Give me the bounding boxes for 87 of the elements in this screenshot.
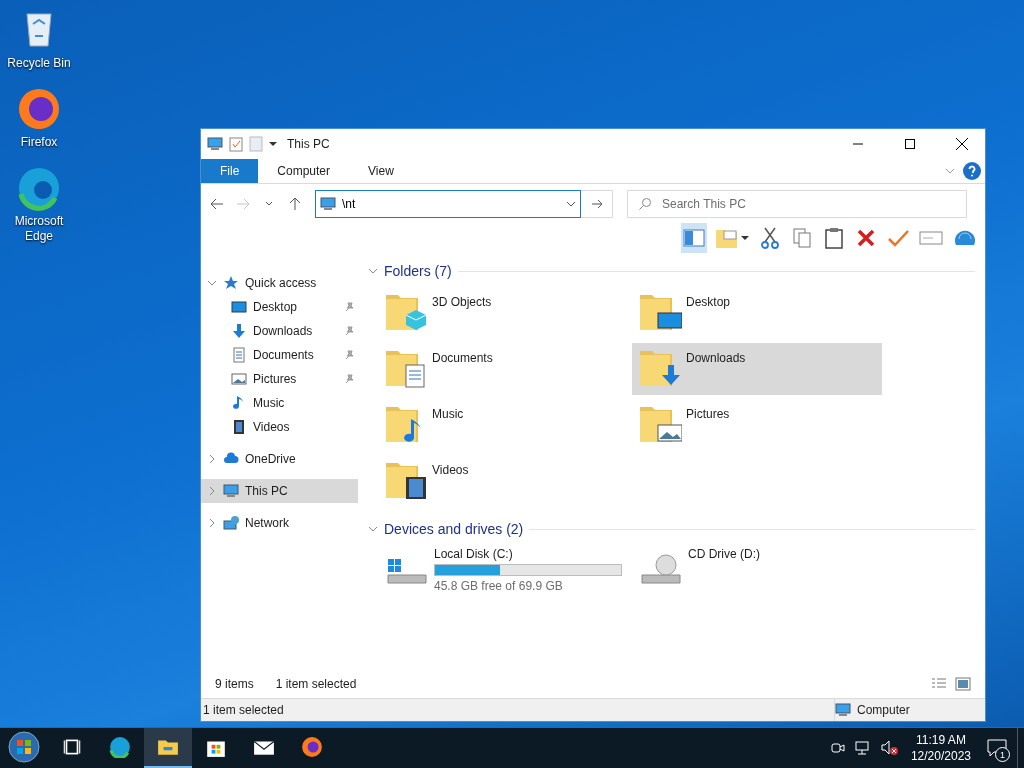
message-icon[interactable] xyxy=(987,739,1007,757)
item-count: 9 items xyxy=(215,677,254,691)
nav-item[interactable]: Music xyxy=(201,391,358,415)
ribbon-tab[interactable]: File xyxy=(201,159,259,183)
folder-item[interactable]: Documents xyxy=(378,343,628,395)
windows-logo-icon[interactable] xyxy=(8,731,40,763)
up-arrow-icon[interactable] xyxy=(289,197,301,211)
right-arrow-icon[interactable] xyxy=(590,199,603,209)
close-icon[interactable] xyxy=(956,138,968,150)
nav-item[interactable]: OneDrive xyxy=(201,447,358,471)
chevron-down-icon xyxy=(368,266,378,276)
nav-item[interactable]: Downloads xyxy=(201,319,358,343)
nav-item[interactable]: Desktop xyxy=(201,295,358,319)
back-arrow-icon[interactable] xyxy=(210,198,224,210)
videos-icon xyxy=(231,419,247,435)
clock-date[interactable]: 12/20/2023 xyxy=(910,748,971,764)
pc-icon xyxy=(207,136,223,152)
network-icon xyxy=(223,515,239,531)
volume-muted-icon[interactable] xyxy=(880,740,899,756)
folder-item[interactable]: Pictures xyxy=(632,399,882,451)
desktop-icon-label[interactable]: Firefox xyxy=(4,135,74,150)
chevron-right-icon xyxy=(207,454,217,464)
nav-item[interactable]: Quick access xyxy=(201,271,358,295)
drive-item[interactable]: Local Disk (C:) 45.8 GB free of 69.9 GB xyxy=(378,545,628,597)
help-icon[interactable] xyxy=(963,162,981,180)
pictures-icon xyxy=(231,371,247,387)
camera-icon[interactable] xyxy=(830,741,845,755)
checkmark-icon[interactable] xyxy=(887,228,909,248)
chevron-down-icon[interactable] xyxy=(566,199,576,209)
preview-pane-button[interactable] xyxy=(681,223,707,253)
pin-icon xyxy=(344,350,354,360)
large-icons-view-icon[interactable] xyxy=(955,677,971,691)
ribbon-tab[interactable]: Computer xyxy=(258,159,350,183)
chevron-right-icon xyxy=(207,486,217,496)
group-header[interactable]: Devices and drives (2) xyxy=(384,521,524,537)
dropdown-icon[interactable] xyxy=(269,140,277,148)
desktop-icon-label[interactable]: Recycle Bin xyxy=(4,56,74,71)
nav-item[interactable]: Videos xyxy=(201,415,358,439)
firefox-icon xyxy=(301,736,323,758)
pin-icon xyxy=(344,302,354,312)
chevron-right-icon xyxy=(207,518,217,528)
downloads-icon xyxy=(231,323,247,339)
network-icon[interactable] xyxy=(854,741,871,755)
pin-icon xyxy=(344,374,354,384)
search-icon xyxy=(638,197,652,211)
drive-item[interactable]: CD Drive (D:) xyxy=(632,545,882,597)
star-icon xyxy=(223,275,239,291)
notifications-button[interactable]: 1 xyxy=(977,728,1017,768)
nav-item[interactable]: Pictures xyxy=(201,367,358,391)
drive-name: Local Disk (C:) xyxy=(434,547,514,561)
nav-item[interactable]: Documents xyxy=(201,343,358,367)
properties-icon[interactable] xyxy=(229,136,243,152)
chevron-down-icon xyxy=(368,524,378,534)
pane-icon[interactable] xyxy=(683,229,705,247)
pc-icon xyxy=(320,196,336,212)
window-title: This PC xyxy=(287,137,331,151)
nav-item[interactable]: Network xyxy=(201,511,358,535)
group-header[interactable]: Folders (7) xyxy=(384,263,452,279)
nav-item[interactable]: This PC xyxy=(201,479,358,503)
text-field-icon[interactable] xyxy=(919,230,943,246)
zone-text: Computer xyxy=(857,703,910,717)
drive-name: CD Drive (D:) xyxy=(688,547,760,561)
free-space-text: 45.8 GB free of 69.9 GB xyxy=(434,579,564,593)
folder-item[interactable]: Desktop xyxy=(632,287,882,339)
folder-item[interactable]: Music xyxy=(378,399,628,451)
search-box[interactable]: Search This PC xyxy=(627,190,967,218)
selection-count: 1 item selected xyxy=(275,677,357,691)
documents-icon xyxy=(231,347,247,363)
notification-count: 1 xyxy=(995,747,1010,762)
folder-item[interactable]: 3D Objects xyxy=(378,287,628,339)
chevron-down-icon xyxy=(207,278,217,288)
status-text: 1 item selected xyxy=(203,703,285,717)
desktop-icon-label[interactable]: Microsoft Edge xyxy=(4,214,74,244)
x-mark-icon[interactable] xyxy=(856,228,876,248)
pc-icon xyxy=(835,702,851,718)
desktop-icon xyxy=(231,299,247,315)
maximize-icon[interactable] xyxy=(905,139,915,149)
taskbar-app-button[interactable] xyxy=(144,728,192,768)
folder-item[interactable]: Videos xyxy=(378,455,628,507)
pin-icon xyxy=(344,326,354,336)
edge-icon xyxy=(109,736,131,758)
folder-item[interactable]: Downloads xyxy=(632,343,882,395)
ribbon-tab[interactable]: View xyxy=(349,159,413,183)
clock-time[interactable]: 11:19 AM xyxy=(916,732,966,748)
pc-icon xyxy=(223,483,239,499)
chevron-down-icon[interactable] xyxy=(265,201,273,207)
address-bar[interactable]: \nt xyxy=(315,190,581,218)
